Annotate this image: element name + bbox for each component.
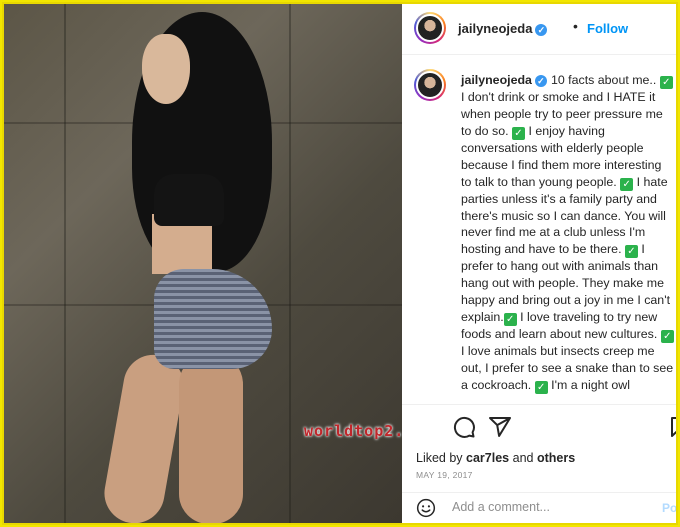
screenshot-frame: worldtop2.com jailyneojeda✓ • Follow jai… bbox=[2, 2, 678, 525]
check-mark-icon: ✓ bbox=[620, 177, 634, 191]
check-mark-icon: ✓ bbox=[534, 380, 548, 394]
follow-button[interactable]: Follow bbox=[587, 21, 628, 36]
emoji-icon[interactable] bbox=[416, 498, 436, 518]
person-leg bbox=[99, 350, 189, 523]
check-mark-icon: ✓ bbox=[660, 330, 674, 344]
caption-part: 10 facts about me.. bbox=[550, 73, 657, 87]
caption-part: I'm a night owl bbox=[551, 377, 630, 392]
check-mark-icon: ✓ bbox=[503, 313, 517, 327]
wall-tile-line bbox=[289, 4, 291, 523]
watermark: worldtop2.com bbox=[304, 422, 402, 440]
caption-username[interactable]: jailyneojeda ✓ bbox=[461, 73, 547, 87]
person-top bbox=[154, 174, 224, 226]
post-actions bbox=[402, 404, 676, 447]
check-mark-icon: ✓ bbox=[624, 245, 638, 259]
header-username[interactable]: jailyneojeda ✓ bbox=[458, 21, 548, 36]
likes-line: Liked by car7les and others bbox=[416, 451, 576, 465]
share-icon[interactable] bbox=[488, 415, 512, 439]
post-side-panel: jailyneojeda ✓ • Follow jailyneojeda ✓ 10 f… bbox=[402, 4, 676, 523]
others-link[interactable]: others bbox=[537, 451, 575, 465]
check-mark-icon: ✓ bbox=[511, 126, 525, 140]
post-header: jailyneojeda ✓ • Follow bbox=[402, 4, 676, 55]
avatar[interactable] bbox=[414, 12, 446, 44]
post-photo[interactable]: worldtop2.com bbox=[4, 4, 402, 523]
liked-by-user-link[interactable]: car7les bbox=[466, 451, 509, 465]
post-comment-button[interactable]: Po bbox=[662, 501, 676, 515]
verified-check-icon: ✓ bbox=[534, 74, 547, 87]
comment-icon[interactable] bbox=[452, 415, 476, 439]
check-mark-icon: ✓ bbox=[659, 76, 673, 89]
comment-input[interactable] bbox=[452, 500, 652, 514]
caption-avatar[interactable] bbox=[414, 69, 446, 101]
verified-check-icon: ✓ bbox=[535, 23, 548, 36]
bookmark-icon[interactable] bbox=[668, 415, 678, 439]
separator-dot: • bbox=[573, 18, 578, 34]
caption-text: jailyneojeda ✓ 10 facts about me.. ✓ I don… bbox=[461, 72, 675, 394]
person-face bbox=[142, 34, 190, 104]
person-shorts bbox=[154, 269, 272, 369]
person-leg bbox=[179, 354, 243, 523]
post-date[interactable]: MAY 19, 2017 bbox=[416, 470, 473, 480]
wall-tile-line bbox=[64, 4, 66, 523]
comment-bar: Po bbox=[402, 492, 676, 523]
caption-area[interactable]: jailyneojeda ✓ 10 facts about me.. ✓ I don… bbox=[402, 55, 676, 403]
